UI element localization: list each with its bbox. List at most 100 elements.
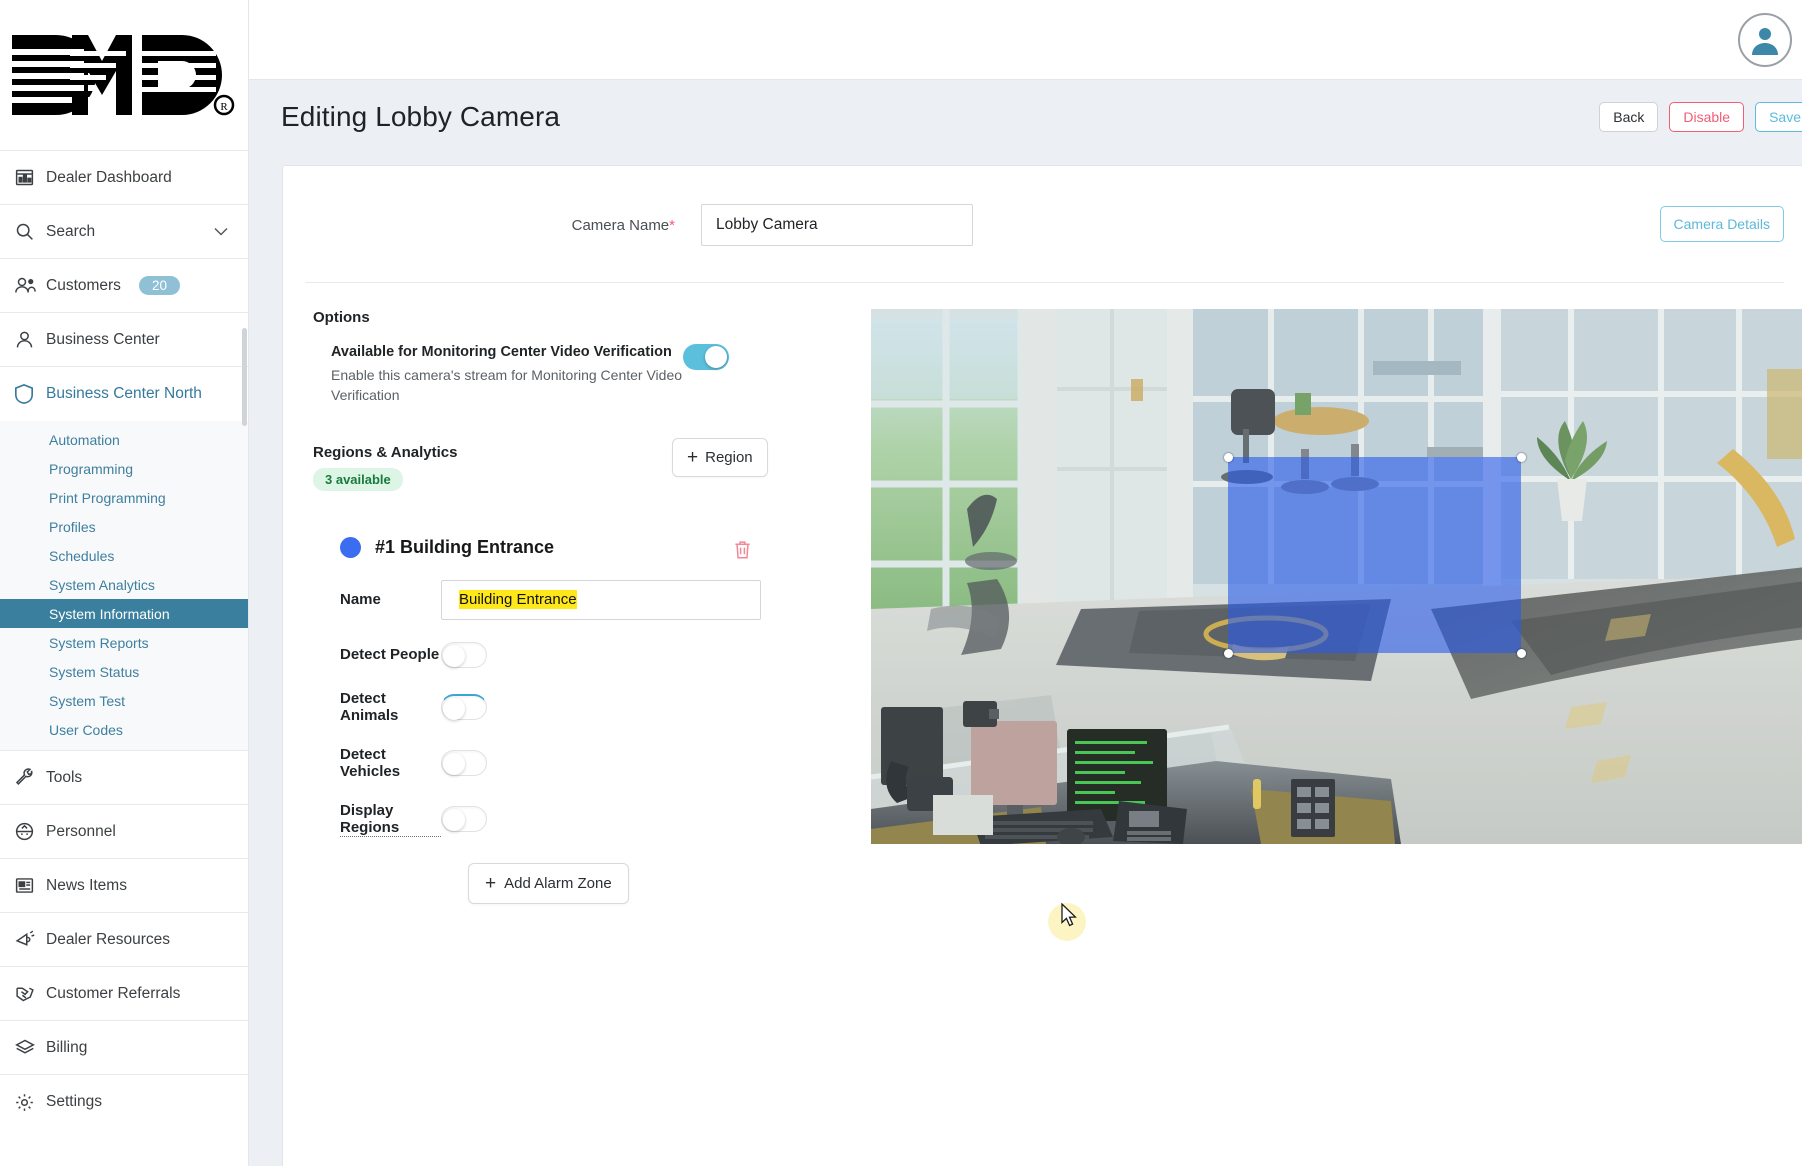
region-name-input[interactable]: Building Entrance	[441, 579, 761, 620]
toggle-knob	[443, 809, 465, 832]
svg-text:R: R	[220, 101, 228, 113]
chevron-down-icon	[214, 225, 228, 239]
sidebar-item-label: Search	[46, 222, 96, 240]
regions-header: Regions & Analytics 3 available + Region	[313, 437, 1086, 941]
sidebar-item-business-center[interactable]: Business Center	[0, 313, 248, 367]
app-root: R Dealer Dashboard Search Customers 20 B…	[0, 0, 1802, 1166]
regions-header-texts: Regions & Analytics 3 available	[313, 444, 457, 491]
detect-people-row: Detect People	[313, 641, 843, 668]
sidebar-item-label: Dealer Dashboard	[46, 168, 172, 186]
sidebar-subitem-label: Automation	[49, 431, 120, 448]
sidebar-item-dealer-dashboard[interactable]: Dealer Dashboard	[0, 151, 248, 205]
roi-handle-top-left[interactable]	[1224, 453, 1233, 462]
disable-button[interactable]: Disable	[1669, 101, 1745, 132]
camera-live-view[interactable]	[871, 309, 1802, 844]
sidebar-item-tools[interactable]: Tools	[0, 751, 248, 805]
regions-available-badge: 3 available	[313, 467, 403, 491]
main-region: Editing Lobby Camera Back Disable Save C…	[249, 0, 1802, 1166]
detect-people-toggle[interactable]	[441, 641, 487, 668]
megaphone-icon	[14, 929, 42, 950]
detect-animals-label: Detect Animals	[340, 689, 399, 724]
detect-animals-row: Detect Animals	[313, 690, 843, 724]
sidebar-item-billing[interactable]: Billing	[0, 1021, 248, 1075]
brand-logo[interactable]: R	[0, 0, 248, 150]
sidebar-subitem-system-analytics[interactable]: System Analytics	[0, 570, 248, 599]
sidebar-subitem-label: System Information	[49, 605, 170, 622]
sidebar-subitem-print-programming[interactable]: Print Programming	[0, 483, 248, 512]
sidebar-item-label: Personnel	[46, 822, 116, 840]
region-name-field-label: Name	[340, 591, 381, 609]
sidebar-item-label: Customers	[46, 276, 121, 294]
page-actions: Back Disable Save	[1599, 101, 1802, 132]
topbar	[249, 0, 1802, 80]
page-title: Editing Lobby Camera	[281, 100, 561, 132]
regions-section-title: Regions & Analytics	[313, 443, 458, 461]
sidebar-item-personnel[interactable]: Personnel	[0, 805, 248, 859]
sidebar-item-news-items[interactable]: News Items	[0, 859, 248, 913]
account-menu[interactable]	[1738, 12, 1802, 67]
roi-handle-top-right[interactable]	[1517, 453, 1526, 462]
camera-name-label-text: Camera Name	[571, 216, 670, 234]
camera-details-button[interactable]: Camera Details	[1659, 206, 1784, 242]
sidebar-item-label: Business Center North	[46, 385, 202, 402]
sidebar-item-label: News Items	[46, 876, 127, 894]
add-alarm-zone-button[interactable]: + Add Alarm Zone	[468, 862, 629, 904]
region-item-header: #1 Building Entrance	[313, 536, 843, 559]
sidebar-item-label: Settings	[46, 1093, 103, 1110]
options-section-title: Options	[313, 309, 370, 326]
sidebar-item-customers[interactable]: Customers 20	[0, 259, 248, 313]
plus-icon: +	[485, 872, 497, 894]
sidebar-scrollbar-thumb[interactable]	[242, 328, 247, 426]
roi-handle-bottom-right[interactable]	[1517, 649, 1526, 658]
region-name-input-value: Building Entrance	[459, 590, 577, 610]
sidebar-subitem-label: Schedules	[49, 547, 115, 564]
gear-icon	[14, 1092, 42, 1113]
detect-animals-toggle[interactable]	[441, 693, 487, 720]
sidebar-item-settings[interactable]: Settings	[0, 1075, 248, 1129]
required-mark: *	[669, 216, 675, 234]
delete-region-button[interactable]	[733, 539, 752, 565]
sidebar-subitem-label: System Reports	[49, 634, 149, 651]
detect-people-label: Detect People	[340, 646, 440, 664]
billing-icon	[14, 1037, 42, 1058]
sidebar-subitem-automation[interactable]: Automation	[0, 425, 248, 454]
sidebar-item-label: Billing	[46, 1038, 88, 1056]
sidebar-subitem-user-codes[interactable]: User Codes	[0, 715, 248, 744]
display-regions-label: Display Regions	[313, 802, 441, 837]
back-button[interactable]: Back	[1599, 101, 1659, 132]
sidebar-subitem-system-information[interactable]: System Information	[0, 599, 248, 628]
region-name-label: Building Entrance	[400, 536, 555, 557]
sidebar-item-label: Dealer Resources	[46, 930, 171, 948]
sidebar: R Dealer Dashboard Search Customers 20 B…	[0, 0, 249, 1166]
sidebar-subitem-programming[interactable]: Programming	[0, 454, 248, 483]
video-column	[843, 309, 1802, 904]
add-region-label: Region	[705, 448, 753, 466]
region-name-row: Name Building Entrance	[313, 579, 843, 620]
camera-name-label: Camera Name*	[283, 217, 701, 234]
avatar	[1738, 12, 1792, 67]
sidebar-subitem-system-status[interactable]: System Status	[0, 657, 248, 686]
page-header: Editing Lobby Camera Back Disable Save	[249, 80, 1802, 153]
news-icon	[14, 875, 42, 896]
plus-icon: +	[687, 446, 699, 468]
sidebar-item-customer-referrals[interactable]: Customer Referrals	[0, 967, 248, 1021]
monitoring-toggle[interactable]	[683, 344, 729, 370]
sidebar-item-dealer-resources[interactable]: Dealer Resources	[0, 913, 248, 967]
save-button[interactable]: Save	[1755, 101, 1802, 132]
sidebar-subitem-profiles[interactable]: Profiles	[0, 512, 248, 541]
sidebar-subitem-schedules[interactable]: Schedules	[0, 541, 248, 570]
display-regions-toggle[interactable]	[441, 806, 487, 833]
sidebar-item-business-center-north[interactable]: Business Center North	[0, 367, 248, 421]
detect-vehicles-toggle[interactable]	[441, 749, 487, 776]
region-roi-overlay[interactable]	[1228, 457, 1521, 653]
sidebar-item-search[interactable]: Search	[0, 205, 248, 259]
roi-handle-bottom-left[interactable]	[1224, 649, 1233, 658]
sidebar-subitem-system-test[interactable]: System Test	[0, 686, 248, 715]
detect-vehicles-label: Detect Vehicles	[340, 745, 401, 780]
sidebar-subitem-label: System Analytics	[49, 576, 155, 593]
region-color-dot	[340, 536, 361, 558]
sidebar-subitem-system-reports[interactable]: System Reports	[0, 628, 248, 657]
dmp-logo-icon: R	[12, 35, 235, 116]
add-region-button[interactable]: + Region	[672, 437, 768, 477]
camera-name-input[interactable]	[701, 204, 973, 246]
